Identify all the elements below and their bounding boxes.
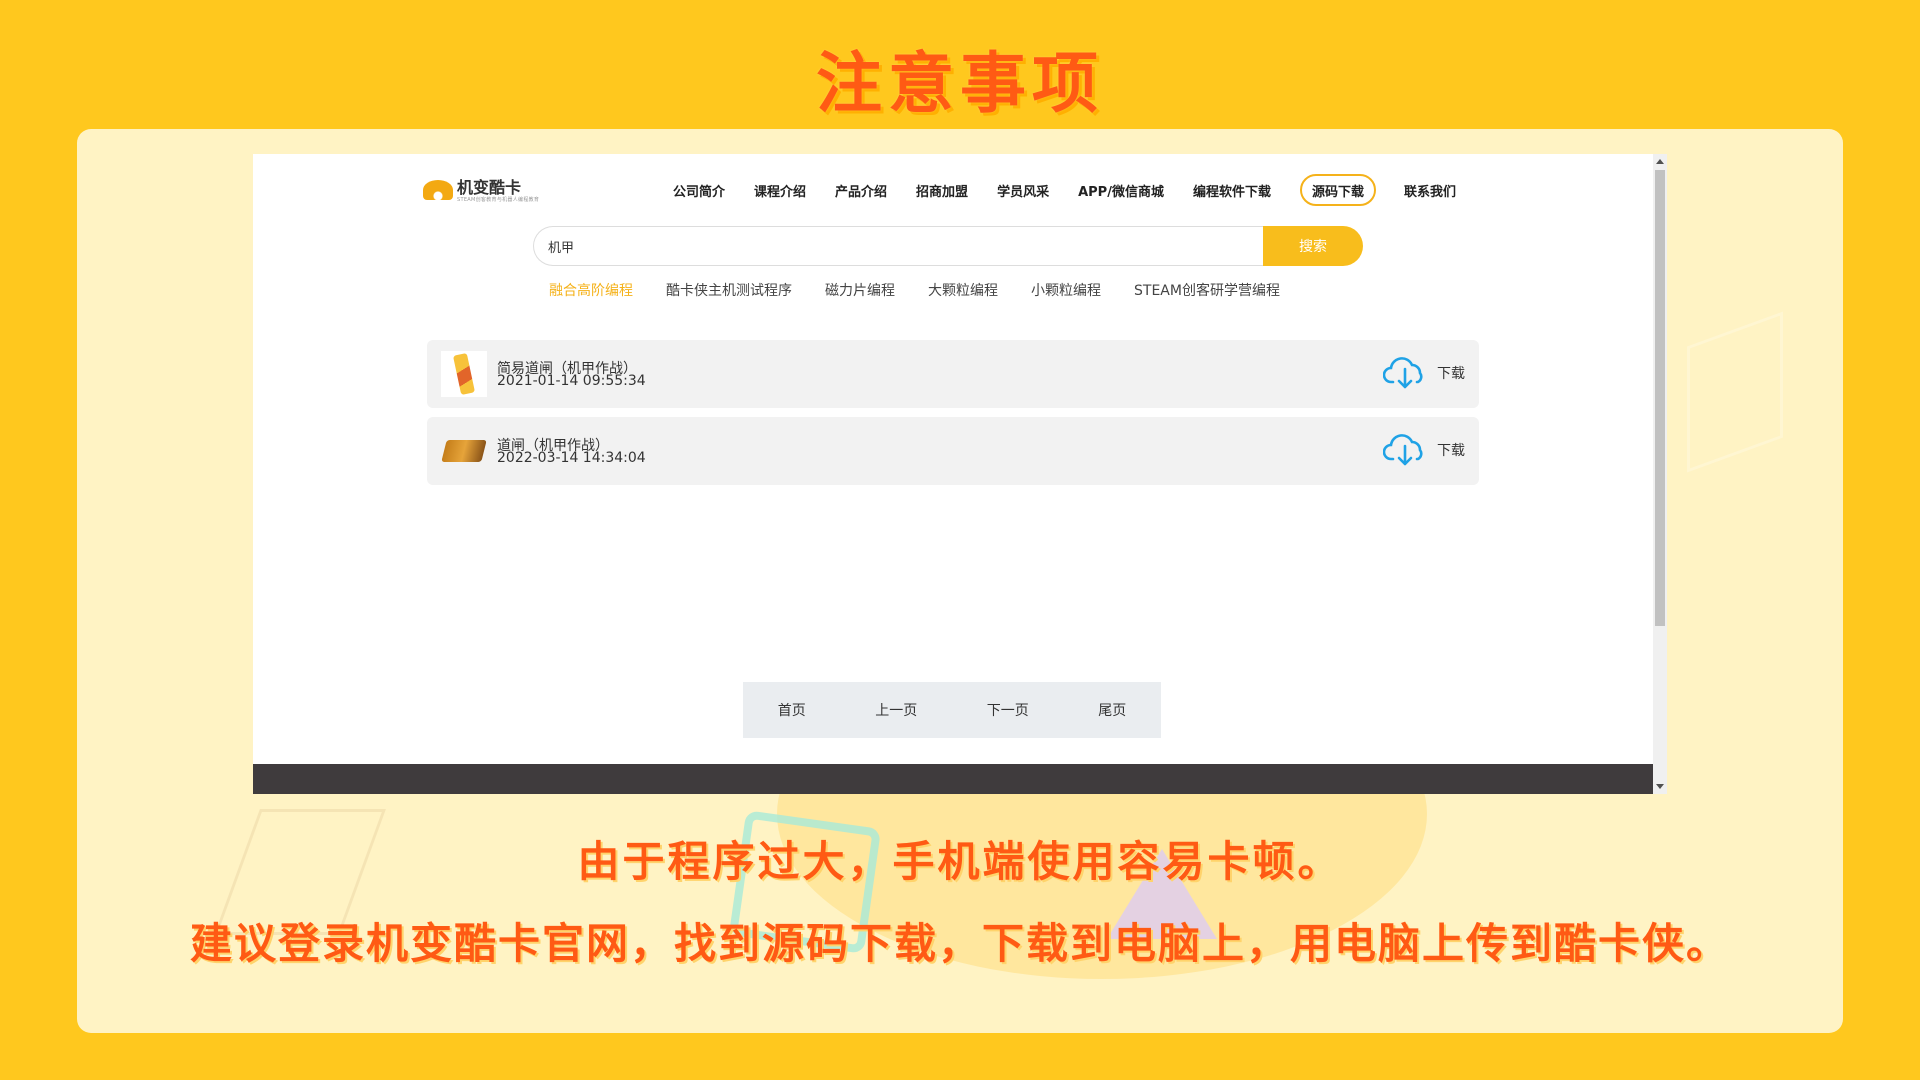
category-steam-camp[interactable]: STEAM创客研学营编程 bbox=[1134, 280, 1280, 300]
notice-line-2: 建议登录机变酷卡官网，找到源码下载，下载到电脑上，用电脑上传到酷卡侠。 bbox=[189, 919, 1730, 968]
thumbnail bbox=[441, 428, 487, 474]
site-logo[interactable]: 机变酷卡 STEAM创客教育与机器人编程教育 bbox=[423, 174, 539, 206]
category-tabs: 融合高阶编程 酷卡侠主机测试程序 磁力片编程 大颗粒编程 小颗粒编程 STEAM… bbox=[549, 280, 1313, 300]
pagination: 首页 上一页 下一页 尾页 bbox=[743, 682, 1161, 738]
download-label: 下载 bbox=[1437, 443, 1465, 459]
nav-item-software-download[interactable]: 编程软件下载 bbox=[1193, 174, 1271, 206]
notice-line-1: 由于程序过大，手机端使用容易卡顿。 bbox=[577, 837, 1343, 886]
search-button[interactable]: 搜索 bbox=[1263, 226, 1363, 266]
nav-item-contact[interactable]: 联系我们 bbox=[1404, 174, 1456, 206]
site-footer bbox=[253, 764, 1653, 794]
decor-hexagon bbox=[1687, 311, 1783, 473]
nav-item-app-store[interactable]: APP/微信商城 bbox=[1078, 174, 1164, 206]
scroll-up-arrow-icon[interactable] bbox=[1656, 159, 1664, 164]
item-date: 2022-03-14 14:34:04 bbox=[497, 450, 646, 466]
nav-item-source-download[interactable]: 源码下载 bbox=[1299, 174, 1376, 206]
page-first-button[interactable]: 首页 bbox=[778, 700, 806, 720]
item-date: 2021-01-14 09:55:34 bbox=[497, 373, 646, 389]
thumbnail bbox=[441, 351, 487, 397]
list-item: 道闸（机甲作战） 2022-03-14 14:34:04 下载 bbox=[427, 417, 1479, 485]
vertical-scrollbar[interactable] bbox=[1653, 154, 1667, 794]
page-prev-button[interactable]: 上一页 bbox=[875, 700, 917, 720]
nav-item-franchise[interactable]: 招商加盟 bbox=[916, 174, 968, 206]
download-button[interactable]: 下载 bbox=[1383, 356, 1465, 390]
website-screenshot: 机变酷卡 STEAM创客教育与机器人编程教育 公司简介 课程介绍 产品介绍 招商… bbox=[253, 154, 1667, 794]
scroll-down-arrow-icon[interactable] bbox=[1656, 784, 1664, 789]
nav-item-students[interactable]: 学员风采 bbox=[997, 174, 1049, 206]
page-last-button[interactable]: 尾页 bbox=[1098, 700, 1126, 720]
category-magnetic[interactable]: 磁力片编程 bbox=[825, 280, 895, 300]
nav-item-about[interactable]: 公司简介 bbox=[673, 174, 725, 206]
cloud-download-icon bbox=[1383, 434, 1423, 466]
download-button[interactable]: 下载 bbox=[1383, 433, 1465, 467]
category-large-blocks[interactable]: 大颗粒编程 bbox=[928, 280, 998, 300]
slide-heading: 注意事项 bbox=[816, 45, 1104, 122]
logo-text: 机变酷卡 bbox=[457, 177, 522, 197]
list-item: 简易道闸（机甲作战） 2021-01-14 09:55:34 下载 bbox=[427, 340, 1479, 408]
logo-mark-icon bbox=[423, 180, 453, 200]
scroll-thumb[interactable] bbox=[1655, 170, 1665, 626]
search-input[interactable] bbox=[533, 226, 1263, 266]
nav-item-courses[interactable]: 课程介绍 bbox=[754, 174, 806, 206]
search-bar: 搜索 bbox=[533, 226, 1363, 266]
nav-item-products[interactable]: 产品介绍 bbox=[835, 174, 887, 206]
logo-subtitle: STEAM创客教育与机器人编程教育 bbox=[457, 196, 540, 203]
category-small-blocks[interactable]: 小颗粒编程 bbox=[1031, 280, 1101, 300]
download-label: 下载 bbox=[1437, 366, 1465, 382]
category-advanced[interactable]: 融合高阶编程 bbox=[549, 280, 633, 300]
cloud-download-icon bbox=[1383, 357, 1423, 389]
category-host-test[interactable]: 酷卡侠主机测试程序 bbox=[666, 280, 792, 300]
page-next-button[interactable]: 下一页 bbox=[987, 700, 1029, 720]
main-nav: 公司简介 课程介绍 产品介绍 招商加盟 学员风采 APP/微信商城 编程软件下载… bbox=[673, 174, 1485, 206]
